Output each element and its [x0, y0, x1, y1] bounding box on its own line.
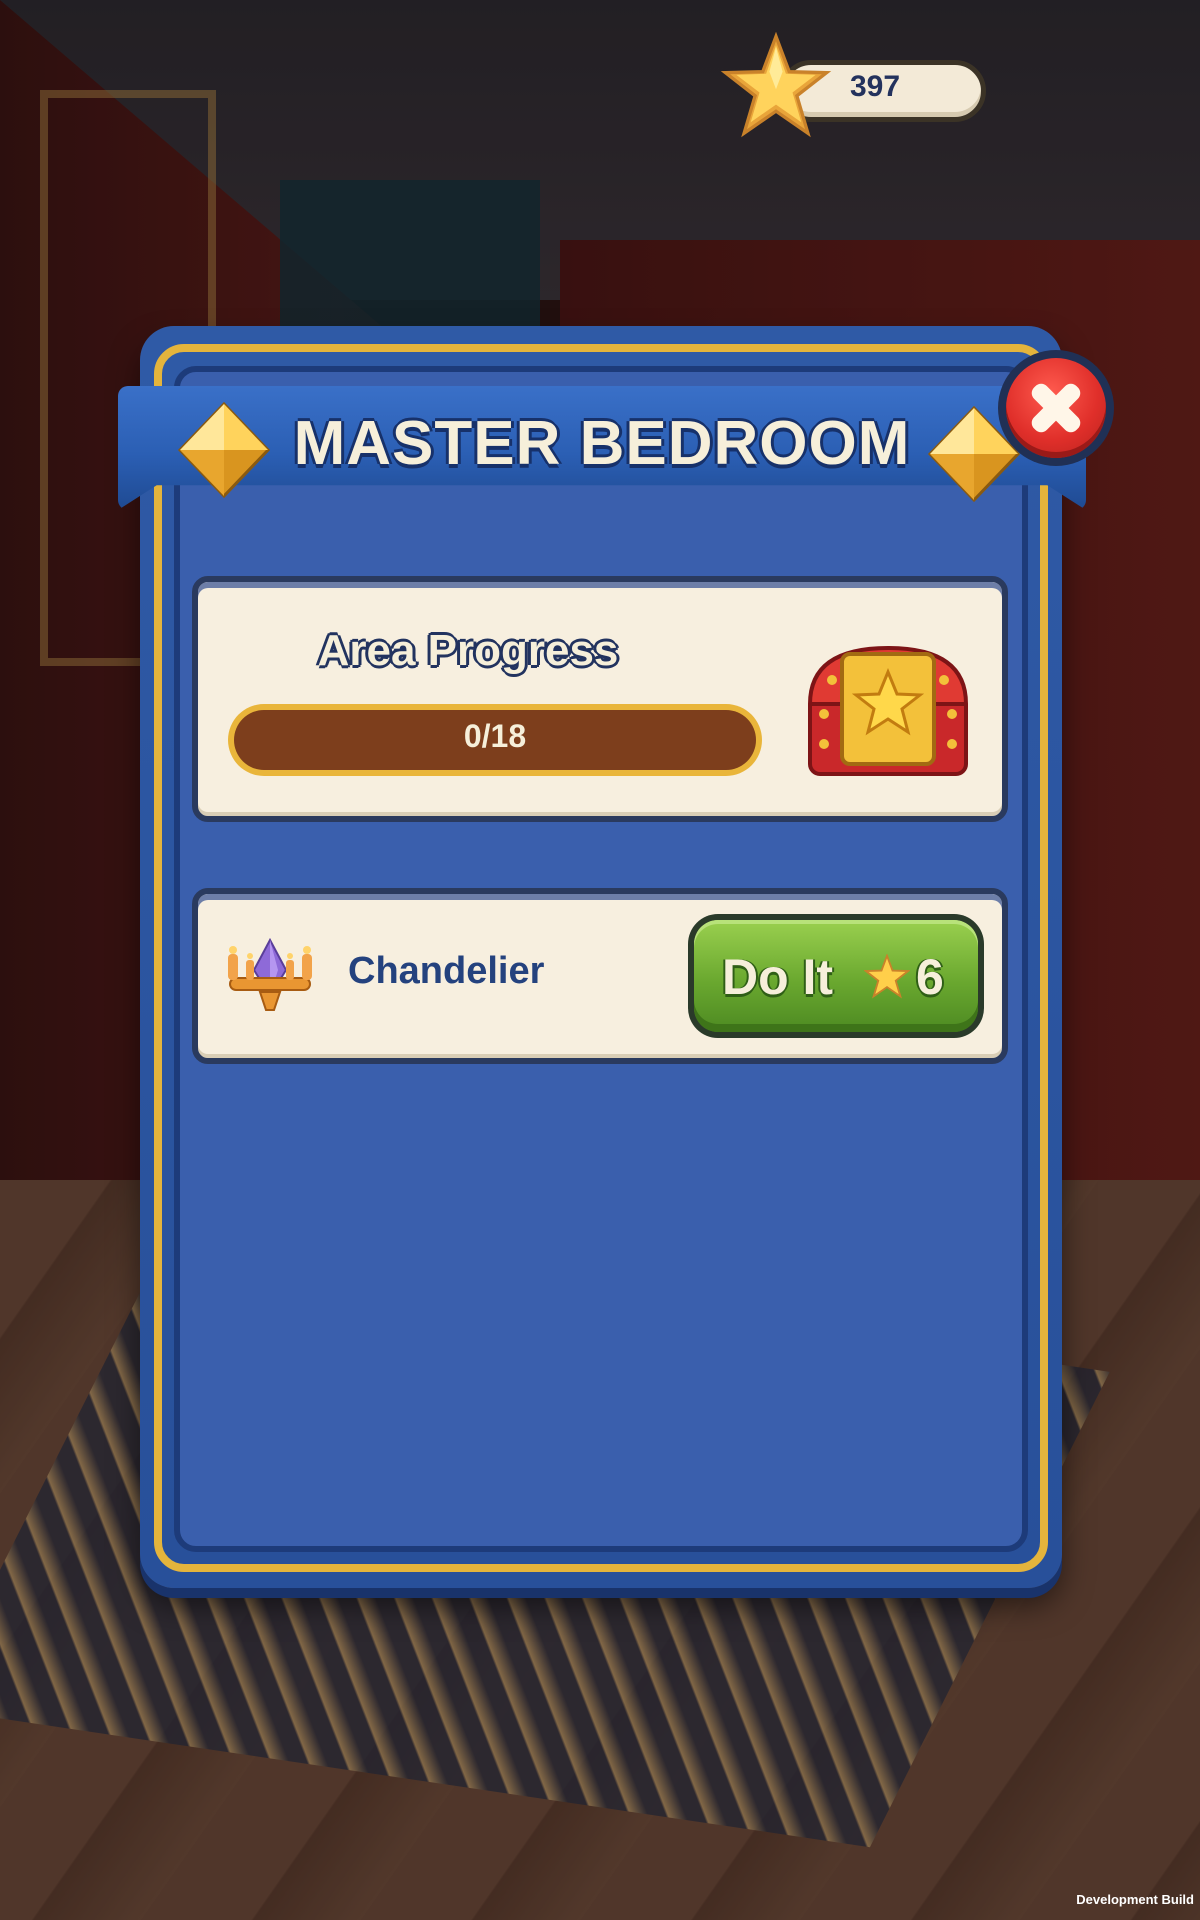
gold-gem-icon-left — [177, 401, 271, 499]
close-icon — [1031, 383, 1081, 433]
development-build-label: Development Build — [1076, 1892, 1194, 1907]
area-progress-card: Area Progress 0/18 — [192, 576, 1008, 822]
area-progress-bar: 0/18 — [228, 704, 762, 776]
task-row-chandelier: Chandelier Do It 6 — [192, 888, 1008, 1064]
close-button[interactable] — [998, 350, 1114, 466]
progress-label: 0/18 — [463, 718, 527, 754]
star-counter[interactable]: 397 — [720, 32, 992, 138]
area-progress-title: Area Progress — [317, 626, 619, 675]
star-count: 397 — [850, 70, 901, 103]
game-scene: 397 MASTER BEDROOM Area Progress 0/18 Ch… — [0, 0, 1200, 1920]
treasure-chest-icon[interactable] — [796, 634, 980, 784]
close-button-face — [1006, 358, 1106, 458]
task-cost: 6 — [916, 949, 944, 1005]
task-name: Chandelier — [348, 950, 545, 992]
star-icon — [720, 32, 832, 138]
do-it-button[interactable]: Do It 6 — [688, 914, 984, 1038]
star-icon — [864, 954, 910, 999]
chandelier-icon — [228, 937, 312, 1011]
do-it-label: Do It — [722, 949, 834, 1005]
do-it-button-face: Do It 6 — [694, 920, 978, 1032]
